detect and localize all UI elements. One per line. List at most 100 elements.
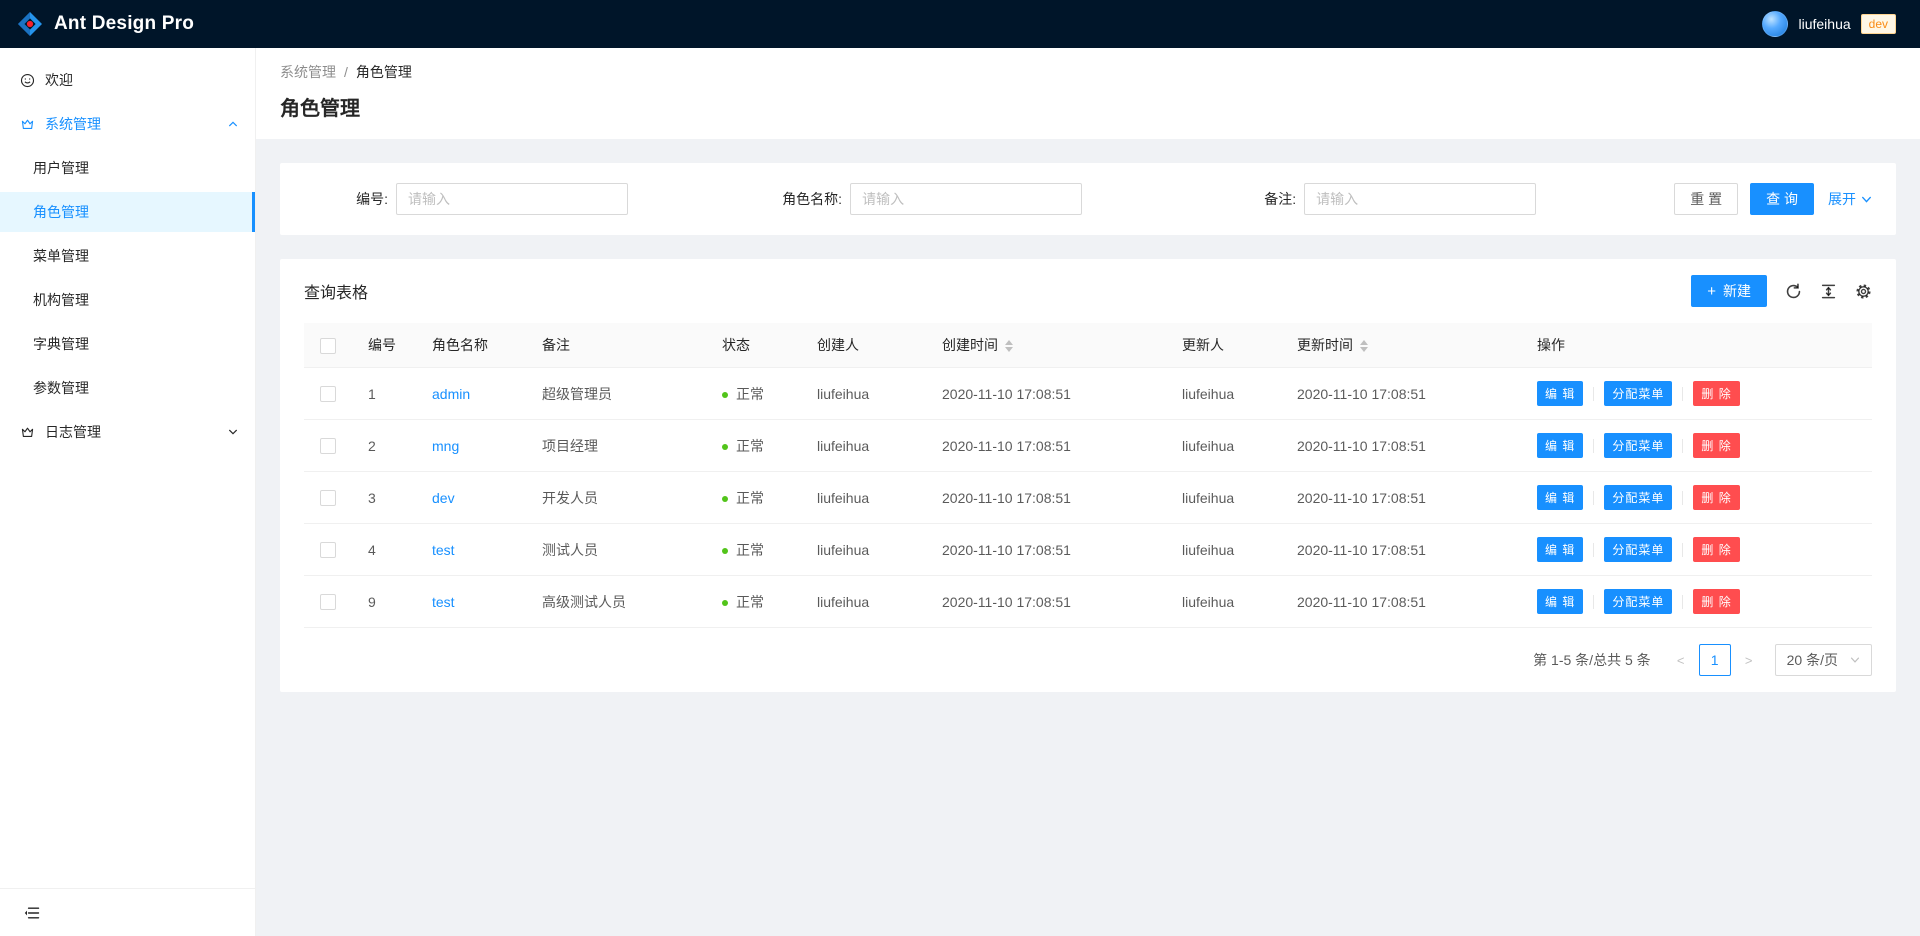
delete-button[interactable]: 删 除	[1693, 589, 1739, 614]
edit-button[interactable]: 编 辑	[1537, 381, 1583, 406]
setting-icon[interactable]	[1855, 283, 1872, 300]
reset-button[interactable]: 重 置	[1674, 183, 1738, 215]
row-checkbox[interactable]	[320, 594, 336, 610]
search-actions: 重 置 查 询 展开	[1674, 183, 1872, 215]
column-header-updater: 更新人	[1166, 323, 1281, 368]
row-checkbox[interactable]	[320, 438, 336, 454]
page-size-select[interactable]: 20 条/页	[1775, 644, 1872, 676]
assign-menu-button[interactable]: 分配菜单	[1604, 589, 1672, 614]
menu-fold-icon[interactable]	[24, 905, 40, 921]
remark-input[interactable]	[1304, 183, 1536, 215]
cell-create-time: 2020-11-10 17:08:51	[926, 368, 1166, 420]
delete-button[interactable]: 删 除	[1693, 537, 1739, 562]
expand-toggle[interactable]: 展开	[1828, 189, 1872, 209]
chevron-up-icon	[227, 118, 239, 130]
cell-creator: liufeihua	[801, 472, 926, 524]
cell-creator: liufeihua	[801, 576, 926, 628]
field-label: 角色名称:	[758, 189, 842, 209]
sidebar-item-welcome[interactable]: 欢迎	[0, 60, 255, 100]
content-area: 编号: 角色名称: 备注: 重 置	[256, 139, 1920, 936]
delete-button[interactable]: 删 除	[1693, 485, 1739, 510]
assign-menu-button[interactable]: 分配菜单	[1604, 537, 1672, 562]
search-form: 编号: 角色名称: 备注:	[304, 183, 1666, 215]
plus-icon: +	[1707, 284, 1716, 299]
sidebar-item-param-mgmt[interactable]: 参数管理	[0, 368, 255, 408]
sidebar-item-dict-mgmt[interactable]: 字典管理	[0, 324, 255, 364]
roles-table: 编号 角色名称 备注 状态 创建人 创建时间 更新人	[304, 323, 1872, 628]
sort-caret-icon[interactable]	[1360, 340, 1368, 352]
table-toolbar: + 新建	[1691, 275, 1872, 307]
app-root: Ant Design Pro liufeihua dev 欢迎	[0, 0, 1920, 936]
cell-status: 正常	[706, 368, 801, 420]
breadcrumb-item-system[interactable]: 系统管理	[280, 62, 336, 82]
sidebar-item-menu-mgmt[interactable]: 菜单管理	[0, 236, 255, 276]
search-card: 编号: 角色名称: 备注: 重 置	[280, 163, 1896, 235]
header-user-area[interactable]: liufeihua dev	[1762, 11, 1896, 37]
cell-id: 9	[352, 576, 416, 628]
edit-button[interactable]: 编 辑	[1537, 433, 1583, 458]
action-divider	[1682, 387, 1683, 401]
row-checkbox[interactable]	[320, 490, 336, 506]
crown-icon	[20, 117, 35, 132]
sort-caret-icon[interactable]	[1005, 340, 1013, 352]
page-size-value: 20 条/页	[1787, 650, 1838, 670]
brand-link[interactable]: Ant Design Pro	[16, 10, 194, 38]
cell-creator: liufeihua	[801, 524, 926, 576]
top-header: Ant Design Pro liufeihua dev	[0, 0, 1920, 48]
cell-create-time: 2020-11-10 17:08:51	[926, 472, 1166, 524]
edit-button[interactable]: 编 辑	[1537, 485, 1583, 510]
role-name-link[interactable]: test	[432, 594, 455, 610]
delete-button[interactable]: 删 除	[1693, 381, 1739, 406]
sidebar-item-user-mgmt[interactable]: 用户管理	[0, 148, 255, 188]
table-card-header: 查询表格 + 新建	[280, 259, 1896, 323]
cell-remark: 开发人员	[526, 472, 706, 524]
assign-menu-button[interactable]: 分配菜单	[1604, 433, 1672, 458]
sidebar-item-org-mgmt[interactable]: 机构管理	[0, 280, 255, 320]
breadcrumb: 系统管理 / 角色管理	[280, 62, 1896, 82]
sidebar-submenu-log[interactable]: 日志管理	[0, 412, 255, 452]
cell-update-time: 2020-11-10 17:08:51	[1281, 472, 1521, 524]
role-name-link[interactable]: dev	[432, 490, 455, 506]
form-item-remark: 备注:	[1212, 183, 1666, 215]
sidebar-submenu-system[interactable]: 系统管理	[0, 104, 255, 144]
pagination: 第 1-5 条/总共 5 条 < 1 > 20 条/页	[280, 628, 1896, 676]
column-header-create-time[interactable]: 创建时间	[926, 323, 1166, 368]
sidebar-item-label: 欢迎	[45, 70, 73, 90]
query-button[interactable]: 查 询	[1750, 183, 1814, 215]
id-input[interactable]	[396, 183, 628, 215]
cell-updater: liufeihua	[1166, 524, 1281, 576]
row-checkbox[interactable]	[320, 542, 336, 558]
column-header-update-time[interactable]: 更新时间	[1281, 323, 1521, 368]
prev-page-button[interactable]: <	[1667, 644, 1695, 676]
env-tag: dev	[1861, 14, 1896, 34]
role-name-link[interactable]: test	[432, 542, 455, 558]
cell-updater: liufeihua	[1166, 576, 1281, 628]
row-checkbox[interactable]	[320, 386, 336, 402]
select-all-checkbox[interactable]	[320, 338, 336, 354]
column-height-icon[interactable]	[1820, 283, 1837, 300]
user-avatar[interactable]	[1762, 11, 1788, 37]
action-divider	[1593, 439, 1594, 453]
cell-remark: 测试人员	[526, 524, 706, 576]
new-button[interactable]: + 新建	[1691, 275, 1767, 307]
delete-button[interactable]: 删 除	[1693, 433, 1739, 458]
pagination-total: 第 1-5 条/总共 5 条	[1533, 650, 1650, 670]
next-page-button[interactable]: >	[1735, 644, 1763, 676]
role-name-input[interactable]	[850, 183, 1082, 215]
assign-menu-button[interactable]: 分配菜单	[1604, 485, 1672, 510]
sidebar-item-label: 系统管理	[45, 114, 101, 134]
edit-button[interactable]: 编 辑	[1537, 537, 1583, 562]
sidebar-item-label: 字典管理	[33, 334, 89, 354]
action-divider	[1682, 595, 1683, 609]
sidebar-item-role-mgmt[interactable]: 角色管理	[0, 192, 255, 232]
page-number-1[interactable]: 1	[1699, 644, 1731, 676]
role-name-link[interactable]: mng	[432, 438, 459, 454]
edit-button[interactable]: 编 辑	[1537, 589, 1583, 614]
chevron-down-icon	[1861, 194, 1872, 205]
reload-icon[interactable]	[1785, 283, 1802, 300]
action-divider	[1593, 387, 1594, 401]
sidebar-item-label: 菜单管理	[33, 246, 89, 266]
role-name-link[interactable]: admin	[432, 386, 470, 402]
assign-menu-button[interactable]: 分配菜单	[1604, 381, 1672, 406]
cell-status: 正常	[706, 576, 801, 628]
